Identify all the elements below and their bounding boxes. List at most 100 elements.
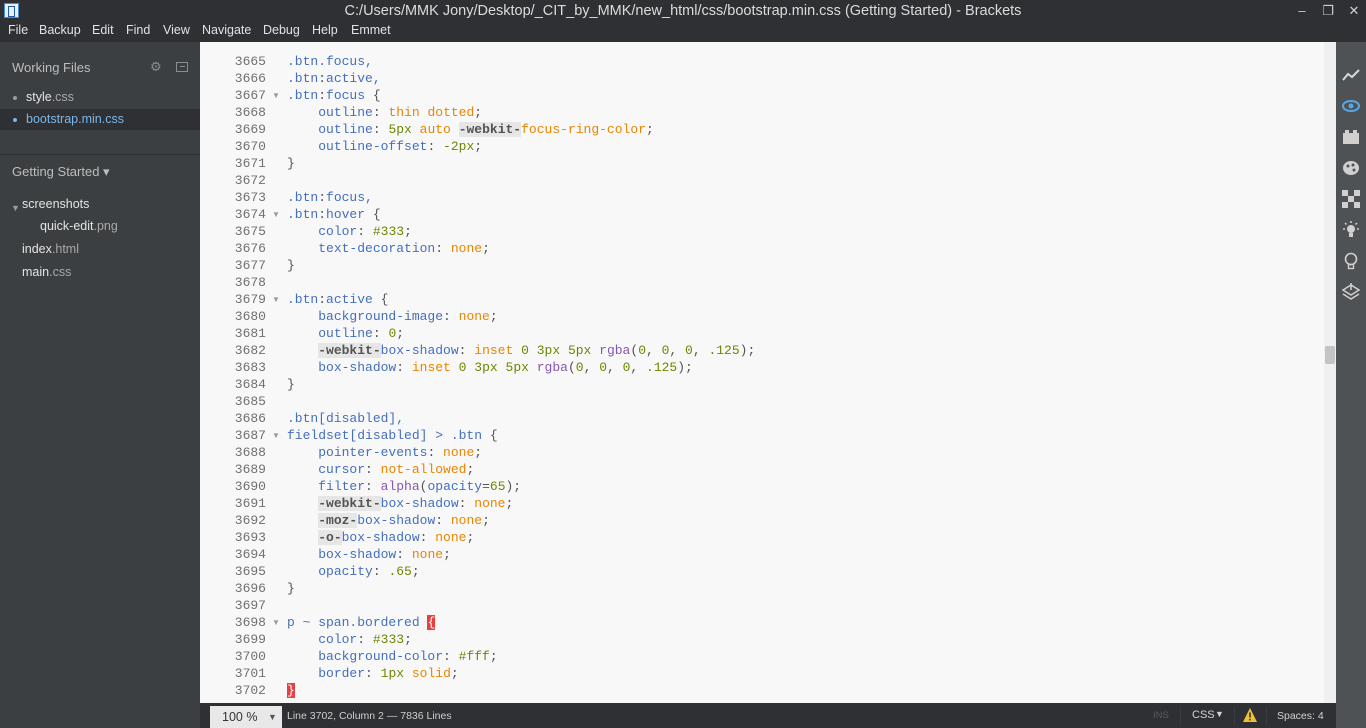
line-number: 3668 bbox=[234, 105, 266, 120]
working-file-bootstrap-min-css[interactable]: bootstrap.min.css bbox=[0, 109, 200, 130]
file-ext: .css bbox=[49, 265, 72, 279]
code-line[interactable]: filter: alpha(opacity=65); bbox=[287, 478, 521, 495]
minimize-button[interactable]: – bbox=[1288, 0, 1316, 22]
code-line[interactable]: .btn:active, bbox=[287, 70, 381, 87]
line-number: 3681 bbox=[234, 326, 266, 341]
tree-folder-screenshots[interactable]: screenshots bbox=[22, 197, 89, 211]
menu-emmet[interactable]: Emmet bbox=[351, 23, 391, 37]
code-line[interactable]: -webkit-box-shadow: inset 0 3px 5px rgba… bbox=[287, 342, 755, 359]
line-number: 3666 bbox=[234, 71, 266, 86]
editor-scrollbar[interactable] bbox=[1324, 42, 1336, 703]
code-line[interactable]: p ~ span.bordered { bbox=[287, 614, 436, 631]
insert-mode-toggle[interactable]: INS bbox=[1153, 710, 1169, 721]
sidebar: Working Files ⚙ style.css bootstrap.min.… bbox=[0, 42, 200, 728]
menu-help[interactable]: Help bbox=[312, 23, 338, 37]
project-dropdown[interactable]: Getting Started ▾ bbox=[12, 164, 110, 180]
menu-edit[interactable]: Edit bbox=[92, 23, 114, 37]
code-line[interactable]: box-shadow: none; bbox=[287, 546, 451, 563]
code-line[interactable]: } bbox=[287, 682, 295, 699]
code-line[interactable]: .btn[disabled], bbox=[287, 410, 404, 427]
code-line[interactable]: -webkit-box-shadow: none; bbox=[287, 495, 513, 512]
menu-find[interactable]: Find bbox=[126, 23, 150, 37]
checker-icon[interactable] bbox=[1341, 189, 1361, 209]
live-preview-icon[interactable] bbox=[1341, 66, 1361, 86]
code-line[interactable]: border: 1px solid; bbox=[287, 665, 458, 682]
code-line[interactable]: outline: 0; bbox=[287, 325, 404, 342]
code-line[interactable]: -o-box-shadow: none; bbox=[287, 529, 474, 546]
code-line[interactable]: color: #333; bbox=[287, 223, 412, 240]
fold-arrow-icon[interactable]: ▼ bbox=[272, 295, 280, 304]
split-view-icon[interactable] bbox=[176, 62, 188, 72]
code-line[interactable]: background-image: none; bbox=[287, 308, 497, 325]
code-line[interactable]: -moz-box-shadow: none; bbox=[287, 512, 490, 529]
code-line[interactable]: .btn:focus { bbox=[287, 87, 381, 104]
line-number: 3700 bbox=[234, 649, 266, 664]
code-line[interactable]: pointer-events: none; bbox=[287, 444, 482, 461]
code-editor[interactable]: 3665 3666 3667 ▼ 3668 3669 3670 3671 3672 3673 367… bbox=[200, 42, 1336, 703]
file-name: index bbox=[22, 242, 52, 256]
code-line[interactable]: background-color: #fff; bbox=[287, 648, 497, 665]
theme-icon[interactable] bbox=[1341, 158, 1361, 178]
fold-arrow-icon[interactable]: ▼ bbox=[272, 91, 280, 100]
code-line[interactable]: color: #333; bbox=[287, 631, 412, 648]
chevron-down-icon: ▼ bbox=[1215, 709, 1224, 719]
gear-icon[interactable]: ⚙ bbox=[150, 59, 162, 75]
line-number: 3688 bbox=[234, 445, 266, 460]
close-button[interactable]: ✕ bbox=[1340, 0, 1366, 22]
fold-arrow-icon[interactable]: ▼ bbox=[272, 618, 280, 627]
code-line[interactable]: .btn:active { bbox=[287, 291, 388, 308]
code-line[interactable]: cursor: not-allowed; bbox=[287, 461, 474, 478]
line-number: 3686 bbox=[234, 411, 266, 426]
tree-file-main-css[interactable]: main.css bbox=[22, 265, 71, 279]
code-line[interactable]: } bbox=[287, 580, 295, 597]
line-number: 3669 bbox=[234, 122, 266, 137]
code-line[interactable]: opacity: .65; bbox=[287, 563, 419, 580]
menu-navigate[interactable]: Navigate bbox=[202, 23, 251, 37]
eye-icon[interactable] bbox=[1341, 96, 1361, 116]
code-line[interactable]: box-shadow: inset 0 3px 5px rgba(0, 0, 0… bbox=[287, 359, 693, 376]
language-selector[interactable]: CSS bbox=[1192, 709, 1215, 721]
line-number: 3702 bbox=[234, 683, 266, 698]
code-line[interactable]: fieldset[disabled] > .btn { bbox=[287, 427, 498, 444]
line-number: 3676 bbox=[234, 241, 266, 256]
code-line[interactable]: outline-offset: -2px; bbox=[287, 138, 482, 155]
editor-scrollbar-thumb[interactable] bbox=[1325, 346, 1335, 364]
menu-view[interactable]: View bbox=[163, 23, 190, 37]
line-number: 3678 bbox=[234, 275, 266, 290]
file-dot-icon bbox=[13, 118, 17, 122]
maximize-button[interactable]: ❐ bbox=[1314, 0, 1342, 22]
line-number: 3696 bbox=[234, 581, 266, 596]
bulb-outline-icon[interactable] bbox=[1341, 251, 1361, 271]
zoom-dropdown[interactable]: 100 % ▼ bbox=[210, 706, 282, 728]
folder-expanded-icon[interactable]: ▼ bbox=[11, 203, 20, 213]
layers-icon[interactable] bbox=[1341, 282, 1361, 302]
line-number: 3671 bbox=[234, 156, 266, 171]
code-line[interactable]: } bbox=[287, 376, 295, 393]
code-line[interactable]: .btn:hover { bbox=[287, 206, 381, 223]
extension-manager-icon[interactable] bbox=[1341, 127, 1361, 147]
code-line[interactable]: outline: 5px auto -webkit-focus-ring-col… bbox=[287, 121, 654, 138]
fold-arrow-icon[interactable]: ▼ bbox=[272, 431, 280, 440]
line-number: 3684 bbox=[234, 377, 266, 392]
fold-arrow-icon[interactable]: ▼ bbox=[272, 210, 280, 219]
code-line[interactable]: } bbox=[287, 257, 295, 274]
code-line[interactable]: .btn.focus, bbox=[287, 53, 373, 70]
tree-file-index-html[interactable]: index.html bbox=[22, 242, 79, 256]
menu-debug[interactable]: Debug bbox=[263, 23, 300, 37]
code-line[interactable]: .btn:focus, bbox=[287, 189, 373, 206]
tree-file-quick-edit-png[interactable]: quick-edit.png bbox=[40, 219, 118, 233]
status-divider bbox=[1180, 707, 1181, 725]
lightbulb-icon[interactable] bbox=[1341, 220, 1361, 240]
line-number: 3679 bbox=[234, 292, 266, 307]
indent-setting[interactable]: Spaces: 4 bbox=[1277, 710, 1324, 722]
line-number: 3683 bbox=[234, 360, 266, 375]
code-line[interactable]: } bbox=[287, 155, 295, 172]
warning-icon[interactable] bbox=[1242, 707, 1258, 723]
menu-file[interactable]: File bbox=[8, 23, 28, 37]
status-divider bbox=[1234, 707, 1235, 725]
code-line[interactable]: text-decoration: none; bbox=[287, 240, 490, 257]
file-ext: .css bbox=[51, 90, 74, 104]
working-file-style-css[interactable]: style.css bbox=[0, 87, 200, 108]
code-line[interactable]: outline: thin dotted; bbox=[287, 104, 482, 121]
menu-backup[interactable]: Backup bbox=[39, 23, 81, 37]
